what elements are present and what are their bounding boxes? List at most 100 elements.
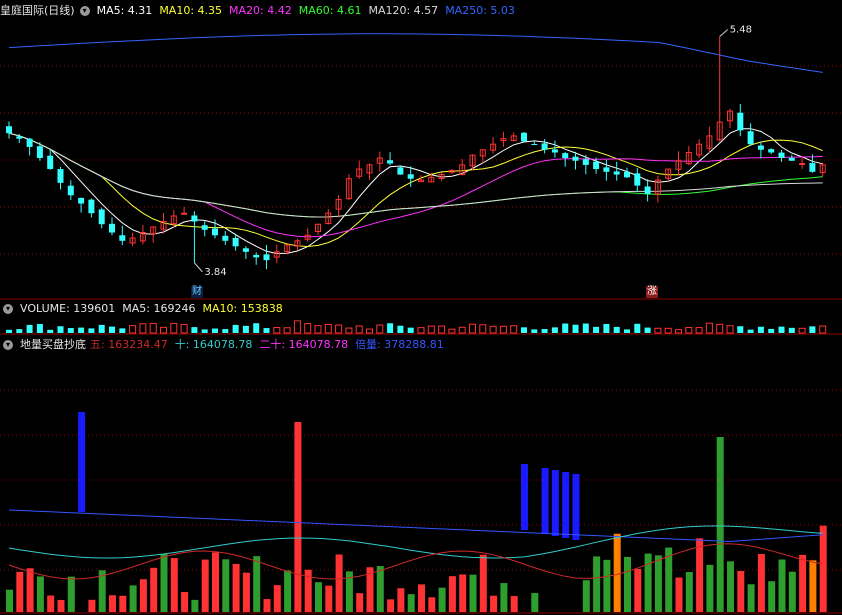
candle-body [757, 145, 764, 150]
indicator-bar [232, 563, 240, 612]
indicator-bar [242, 572, 250, 612]
volume-bar [129, 325, 137, 334]
volume-bar [78, 327, 85, 333]
candle-body [603, 167, 610, 172]
indicator-bar [191, 599, 199, 612]
volume-bar [809, 326, 816, 333]
indicator-bar [541, 468, 549, 534]
indicator-bar [747, 584, 755, 612]
candle-body [67, 185, 74, 196]
volume-legend-item-1: MA5: 169246 [122, 302, 196, 315]
volume-bar [160, 326, 167, 334]
volume-toggle-icon[interactable]: ▾ [3, 304, 13, 314]
indicator-bar [788, 571, 796, 612]
candle-body [613, 171, 620, 175]
badge-rise[interactable]: 涨 [646, 286, 658, 298]
candle-body [263, 254, 270, 261]
candle-body [47, 155, 54, 170]
candle-body [181, 212, 188, 215]
indicator-legend-item-3: 倍量: 378288.81 [355, 338, 444, 351]
volume-bar [479, 324, 487, 334]
volume-bar [551, 327, 558, 333]
volume-bar [6, 329, 12, 333]
badge-finance[interactable]: 财 [191, 286, 203, 298]
indicator-title: 地量买盘抄底 [20, 338, 86, 351]
indicator-legend-item-1: 十: 164078.78 [174, 338, 253, 351]
indicator-bar [78, 412, 86, 512]
indicator-bar [407, 594, 415, 612]
volume-legend-item-2: MA10: 153838 [202, 302, 283, 315]
indicator-toggle-icon[interactable]: ▾ [3, 340, 13, 350]
indicator-bar [521, 464, 528, 530]
indicator-bar [624, 556, 631, 612]
candle-body [809, 163, 816, 172]
volume-bar [634, 323, 641, 333]
indicator-bar [263, 599, 271, 612]
candle-body [253, 254, 260, 258]
candle-body [6, 126, 12, 134]
volume-bar [16, 329, 23, 333]
volume-bar [531, 329, 538, 333]
indicator-bar [418, 584, 425, 612]
candle-body [109, 223, 115, 233]
candle-body [26, 138, 33, 147]
volume-bar [705, 322, 713, 334]
indicator-bar [675, 577, 683, 612]
indicator-bar [284, 570, 292, 612]
volume-bar [304, 323, 312, 334]
indicator-bar [737, 570, 745, 612]
ma-legend-item-4: MA120: 4.57 [368, 4, 439, 17]
indicator-bar [67, 576, 75, 612]
volume-bar [438, 325, 446, 334]
indicator-bar [57, 599, 65, 612]
indicator-bar [448, 576, 456, 612]
volume-bar [417, 327, 425, 334]
indicator-bar [170, 558, 178, 612]
volume-legend: ▾ VOLUME: 139601 MA5: 169246 MA10: 153838 [0, 301, 290, 317]
indicator-bar [593, 556, 601, 612]
candle-body [36, 146, 43, 158]
indicator-legend-item-2: 二十: 164078.78 [259, 338, 349, 351]
volume-bar [109, 326, 115, 333]
volume-bar [695, 327, 703, 334]
indicator-bar [119, 595, 127, 612]
indicator-bar [819, 525, 827, 612]
volume-bar [407, 327, 414, 333]
volume-bar [768, 328, 775, 333]
indicator-bar [644, 553, 652, 612]
indicator-bar [809, 560, 817, 612]
candle-body [397, 167, 404, 175]
volume-bar [139, 323, 147, 334]
indicator-bar [253, 556, 261, 612]
indicator-bar [181, 591, 189, 612]
indicator-bar [799, 554, 807, 612]
indicator-bar [582, 580, 590, 612]
volume-bar [737, 326, 744, 333]
volume-bar [324, 323, 332, 334]
volume-bar [67, 328, 74, 333]
volume-bar [624, 329, 630, 333]
indicator-bar [129, 585, 137, 612]
candle-body [572, 156, 579, 161]
volume-bar [757, 326, 764, 333]
volume-bar [572, 324, 579, 333]
indicator-bar [603, 559, 611, 612]
volume-bar [726, 325, 734, 334]
indicator-bar [6, 589, 13, 612]
volume-bar [397, 325, 404, 333]
volume-bar [778, 326, 785, 333]
price-legend: 皇庭国际(日线) ▾ MA5: 4.31 MA10: 4.35 MA20: 4.42… [0, 3, 522, 19]
indicator-bar [428, 597, 436, 612]
volume-bar [232, 324, 239, 333]
volume-bar [541, 329, 548, 333]
indicator-bar [572, 474, 580, 540]
volume-bar [314, 325, 322, 334]
legend-toggle-icon[interactable]: ▾ [79, 6, 90, 16]
candle-body [562, 153, 569, 158]
indicator-bar [562, 472, 570, 538]
indicator-bar [387, 599, 395, 612]
candle-body [541, 143, 548, 150]
candle-body [212, 228, 218, 236]
volume-legend-item-0: VOLUME: 139601 [20, 302, 116, 315]
candle-body [232, 237, 239, 247]
